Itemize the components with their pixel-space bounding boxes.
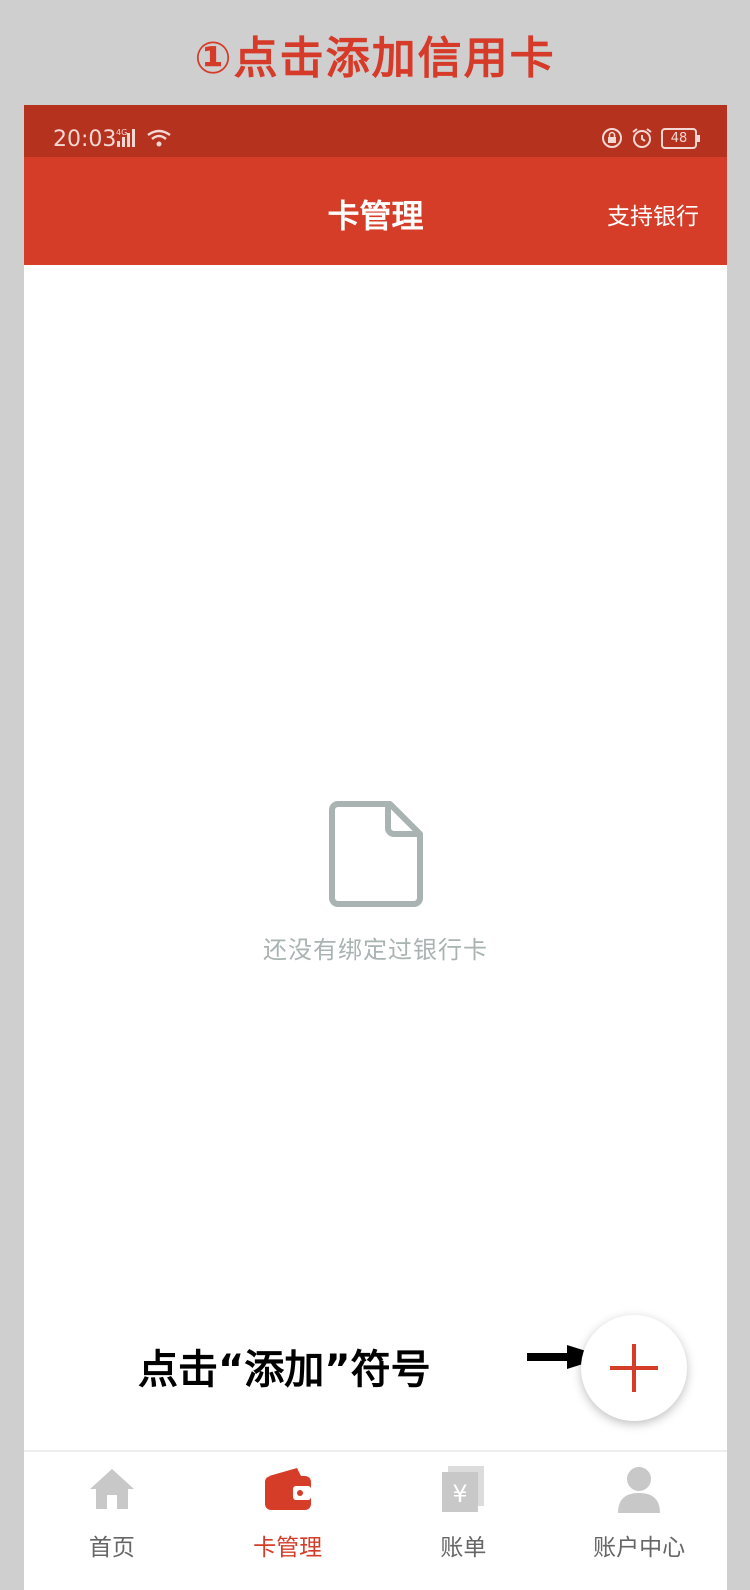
tab-label: 首页 [88, 1535, 135, 1561]
lock-rotation-icon [602, 128, 622, 148]
add-card-button[interactable] [581, 1315, 687, 1421]
svg-text:¥: ¥ [453, 1480, 468, 1508]
hint-text: 点击“添加”符号 [138, 1347, 431, 1393]
status-bar: 20:03 4G 48 [24, 105, 727, 157]
tab-card-management[interactable]: 卡管理 [200, 1452, 376, 1590]
status-time: 20:03 [53, 127, 117, 152]
user-icon [614, 1464, 664, 1514]
bill-icon: ¥ [438, 1464, 488, 1514]
wallet-icon [263, 1464, 313, 1514]
tab-home[interactable]: 首页 [24, 1452, 200, 1590]
supported-banks-link[interactable]: 支持银行 [607, 197, 699, 231]
tab-bills[interactable]: ¥ 账单 [376, 1452, 552, 1590]
empty-message: 还没有绑定过银行卡 [263, 936, 488, 964]
status-right: 48 [601, 127, 700, 149]
svg-text:4G: 4G [116, 128, 127, 137]
tab-account-center[interactable]: 账户中心 [551, 1452, 727, 1590]
tab-label: 账户中心 [593, 1535, 686, 1561]
signal-wifi-icon: 4G [116, 127, 176, 153]
plus-icon [610, 1344, 658, 1392]
alarm-icon [632, 128, 652, 148]
phone-screen: 20:03 4G 48 卡管理 支持银行 还没有绑定过银行卡 点击“添加”符号 … [24, 105, 727, 1590]
battery-indicator: 48 [661, 127, 700, 149]
tab-label: 卡管理 [253, 1535, 323, 1561]
tab-label: 账单 [440, 1535, 487, 1561]
empty-state: 还没有绑定过银行卡 [24, 800, 727, 965]
app-bar: 卡管理 支持银行 [24, 157, 727, 265]
document-icon [328, 800, 424, 912]
instruction-title: ①点击添加信用卡 [194, 33, 556, 84]
home-icon [87, 1464, 137, 1514]
bottom-tab-bar: 首页 卡管理 ¥ 账单 账户中心 [24, 1450, 727, 1590]
